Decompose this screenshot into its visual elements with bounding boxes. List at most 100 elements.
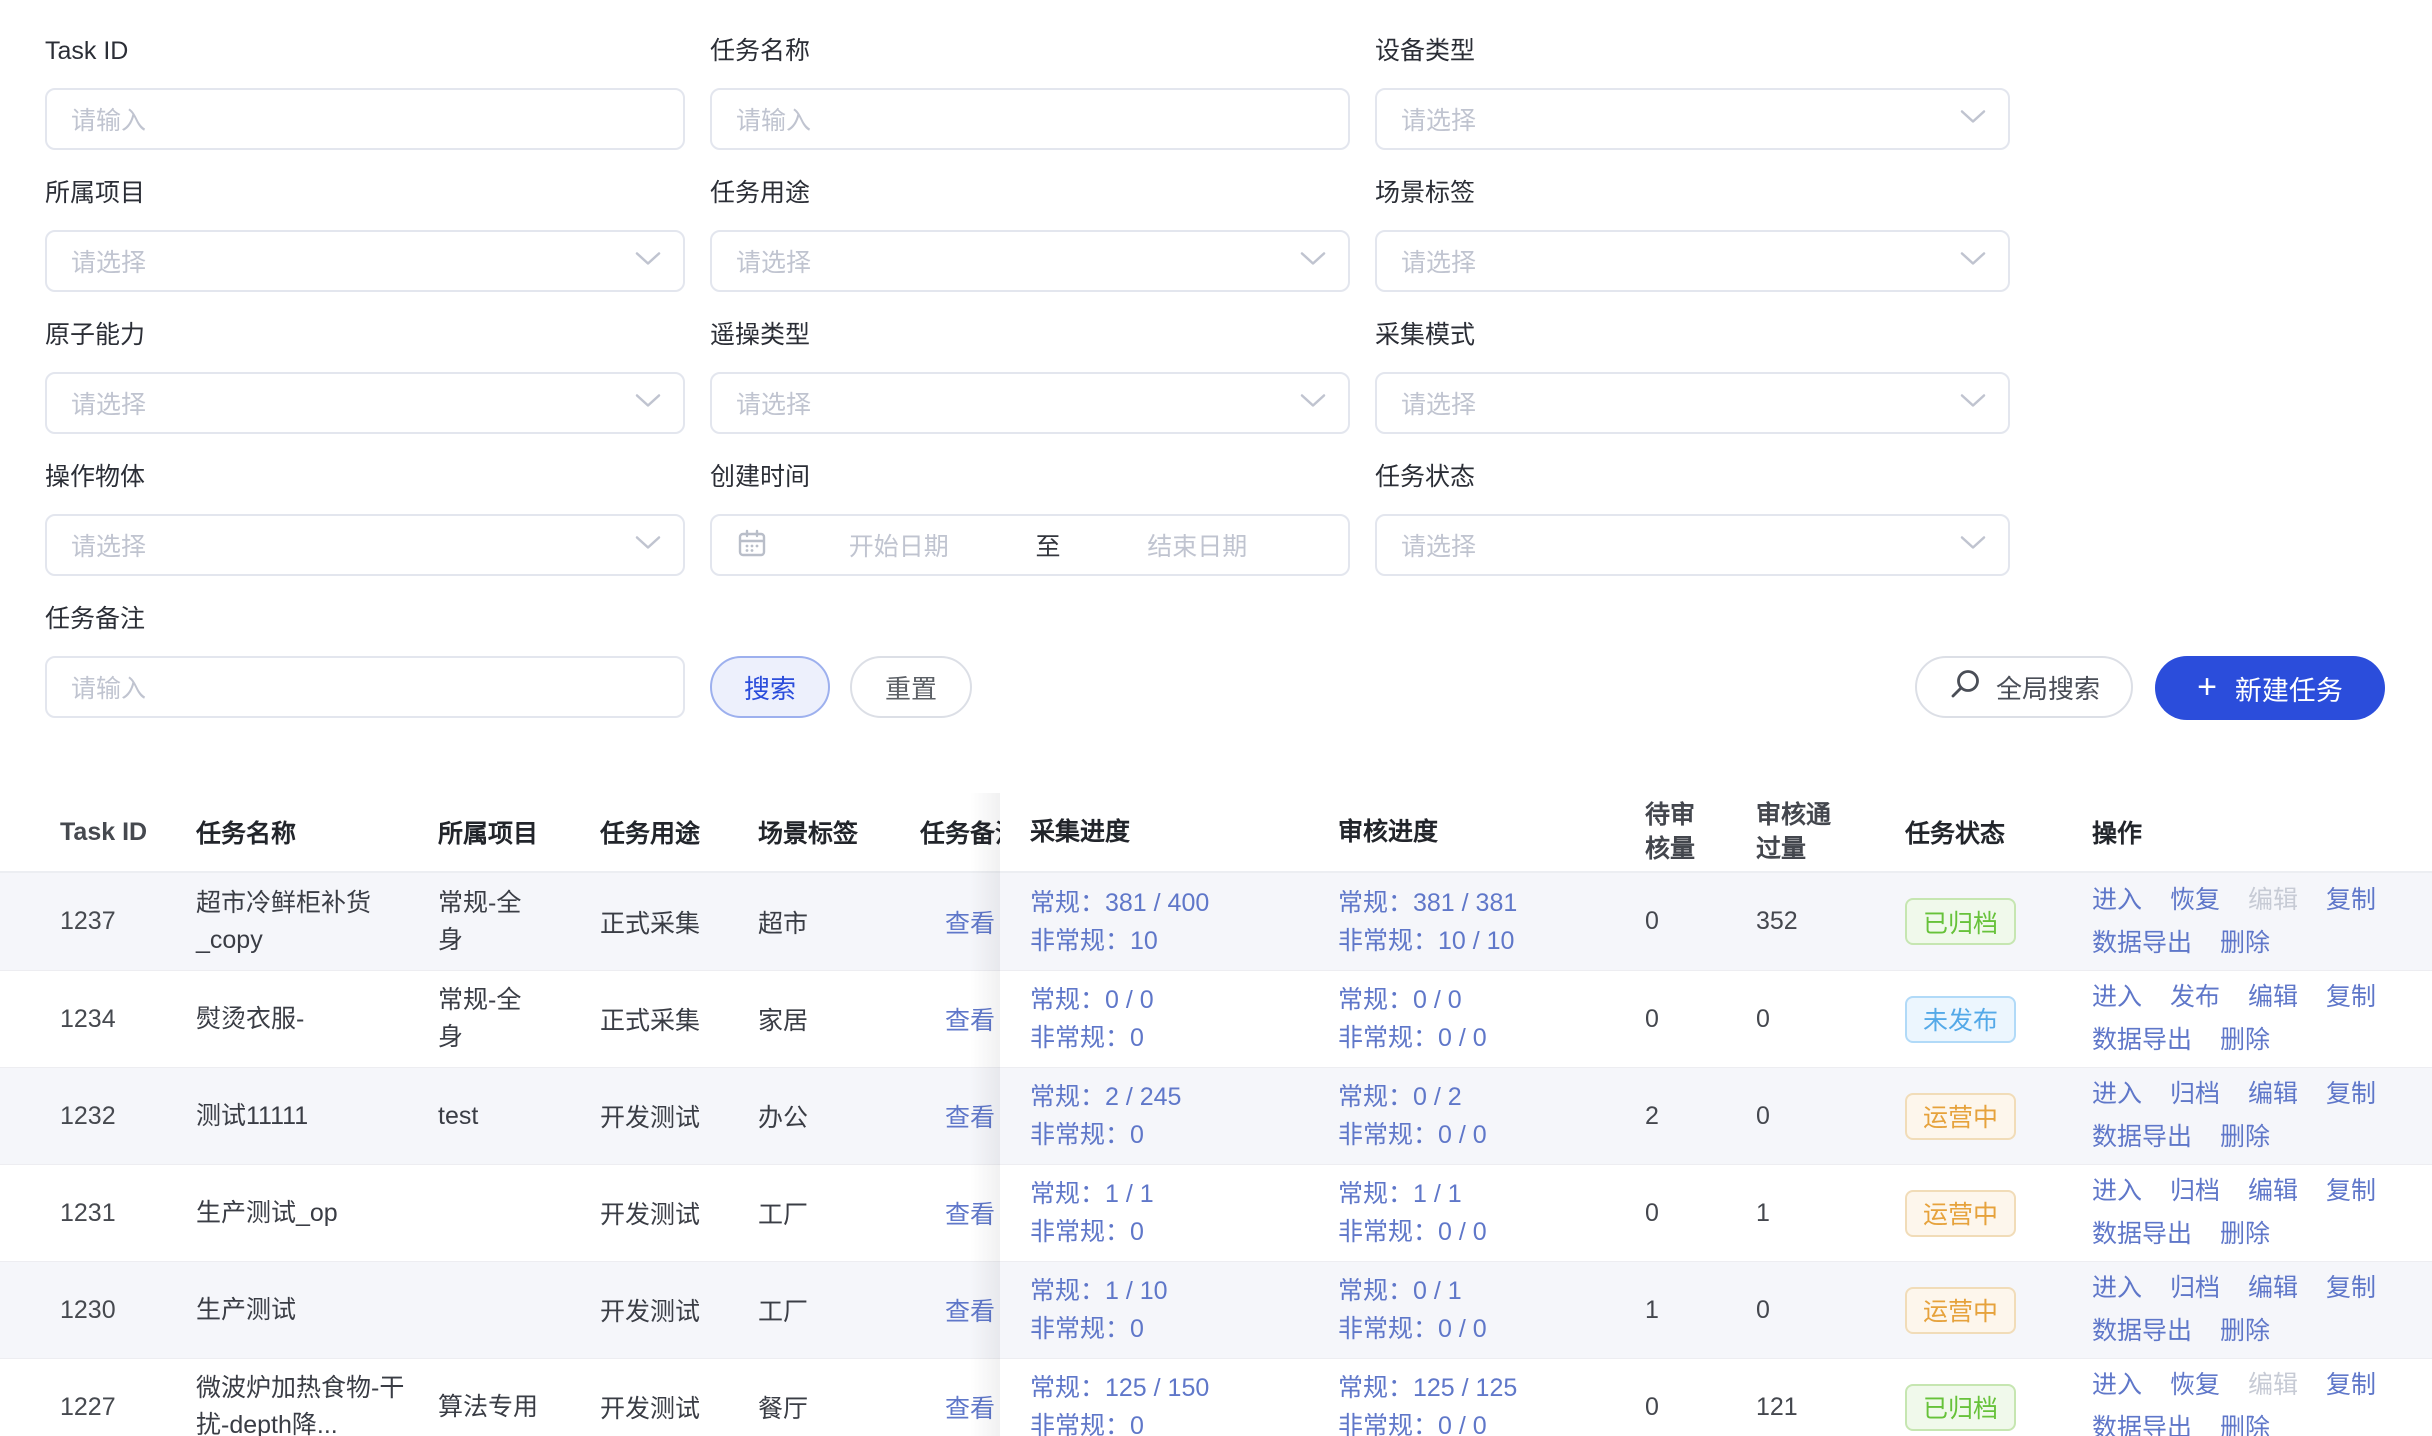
project-cell: test <box>438 1098 600 1135</box>
action-archive[interactable]: 归档 <box>2170 1079 2220 1110</box>
filter-label: 原子能力 <box>45 320 685 350</box>
approved-count-cell: 352 <box>1740 907 1890 936</box>
action-copy[interactable]: 复制 <box>2326 982 2376 1013</box>
search-button[interactable]: 搜索 <box>710 656 830 718</box>
filter-label: 任务备注 <box>45 604 685 634</box>
header-pending-count: 待审核量 <box>1628 798 1740 866</box>
placeholder-text: 请选择 <box>71 243 146 279</box>
pending-count-cell: 2 <box>1628 1102 1740 1131</box>
collect-progress-cell: 常规：381 / 400非常规：10 <box>1020 884 1328 960</box>
action-archive[interactable]: 归档 <box>2170 1176 2220 1207</box>
action-delete[interactable]: 删除 <box>2220 1413 2270 1436</box>
task-purpose-select[interactable]: 请选择 <box>710 230 1350 292</box>
action-delete[interactable]: 删除 <box>2220 1025 2270 1056</box>
action-restore[interactable]: 恢复 <box>2170 1370 2220 1401</box>
view-note-link[interactable]: 查看 <box>945 1007 995 1035</box>
atomic-capability-select[interactable]: 请选择 <box>45 372 685 434</box>
action-export[interactable]: 数据导出 <box>2092 1025 2192 1056</box>
action-delete[interactable]: 删除 <box>2220 1122 2270 1153</box>
action-enter[interactable]: 进入 <box>2092 1079 2142 1110</box>
action-copy[interactable]: 复制 <box>2326 1370 2376 1401</box>
action-copy[interactable]: 复制 <box>2326 885 2376 916</box>
action-copy[interactable]: 复制 <box>2326 1176 2376 1207</box>
action-export[interactable]: 数据导出 <box>2092 1122 2192 1153</box>
action-edit[interactable]: 编辑 <box>2248 1079 2298 1110</box>
action-edit[interactable]: 编辑 <box>2248 885 2298 916</box>
action-enter[interactable]: 进入 <box>2092 982 2142 1013</box>
header-task-id: Task ID <box>0 818 196 847</box>
action-export[interactable]: 数据导出 <box>2092 928 2192 959</box>
project-select[interactable]: 请选择 <box>45 230 685 292</box>
task-name-input[interactable]: 请输入 <box>710 88 1350 150</box>
search-icon <box>1948 667 1982 708</box>
action-edit[interactable]: 编辑 <box>2248 982 2298 1013</box>
action-export[interactable]: 数据导出 <box>2092 1413 2192 1436</box>
task-name-cell: 生产测试 <box>196 1292 438 1329</box>
action-edit[interactable]: 编辑 <box>2248 1176 2298 1207</box>
action-export[interactable]: 数据导出 <box>2092 1219 2192 1250</box>
task-id-cell: 1227 <box>0 1393 196 1422</box>
chevron-down-icon <box>635 393 661 414</box>
new-task-button[interactable]: + 新建任务 <box>2155 656 2385 720</box>
action-enter[interactable]: 进入 <box>2092 1273 2142 1304</box>
view-note-link[interactable]: 查看 <box>945 1395 995 1423</box>
task-status-select[interactable]: 请选择 <box>1375 514 2010 576</box>
placeholder-text: 请输入 <box>71 669 146 705</box>
action-edit[interactable]: 编辑 <box>2248 1273 2298 1304</box>
chevron-down-icon <box>1300 393 1326 414</box>
placeholder-text: 请选择 <box>71 527 146 563</box>
note-cell: 查看 <box>920 1098 1020 1134</box>
chevron-down-icon <box>635 251 661 272</box>
collect-mode-select[interactable]: 请选择 <box>1375 372 2010 434</box>
filter-panel: Task ID 请输入 任务名称 请输入 设备类型 请选择 所属项目 请选择 <box>0 0 2432 746</box>
action-enter[interactable]: 进入 <box>2092 1176 2142 1207</box>
action-edit[interactable]: 编辑 <box>2248 1370 2298 1401</box>
project-cell: 算法专用 <box>438 1389 600 1426</box>
global-search-button[interactable]: 全局搜索 <box>1915 656 2133 718</box>
task-id-input[interactable]: 请输入 <box>45 88 685 150</box>
filter-label: 任务用途 <box>710 178 1350 208</box>
action-restore[interactable]: 恢复 <box>2170 885 2220 916</box>
approved-count-cell: 121 <box>1740 1393 1890 1422</box>
collect-progress-cell: 常规：1 / 10非常规：0 <box>1020 1272 1328 1348</box>
view-note-link[interactable]: 查看 <box>945 1104 995 1132</box>
status-cell: 运营中 <box>1890 1093 2075 1140</box>
action-copy[interactable]: 复制 <box>2326 1273 2376 1304</box>
approved-count-cell: 0 <box>1740 1102 1890 1131</box>
filter-task-purpose: 任务用途 请选择 <box>710 178 1350 292</box>
scene-tag-select[interactable]: 请选择 <box>1375 230 2010 292</box>
action-archive[interactable]: 归档 <box>2170 1273 2220 1304</box>
task-note-input[interactable]: 请输入 <box>45 656 685 718</box>
action-enter[interactable]: 进入 <box>2092 1370 2142 1401</box>
filter-atomic-capability: 原子能力 请选择 <box>45 320 685 434</box>
action-delete[interactable]: 删除 <box>2220 928 2270 959</box>
action-publish[interactable]: 发布 <box>2170 982 2220 1013</box>
filter-label: 任务状态 <box>1375 462 2010 492</box>
view-note-link[interactable]: 查看 <box>945 1201 995 1229</box>
action-enter[interactable]: 进入 <box>2092 885 2142 916</box>
view-note-link[interactable]: 查看 <box>945 1298 995 1326</box>
header-review-progress: 审核进度 <box>1328 813 1628 851</box>
filter-label: 遥操类型 <box>710 320 1350 350</box>
view-note-link[interactable]: 查看 <box>945 910 995 938</box>
status-cell: 已归档 <box>1890 1384 2075 1431</box>
table-row: 1232 测试11111 test 开发测试 办公 查看 常规：2 / 245非… <box>0 1067 2432 1164</box>
action-delete[interactable]: 删除 <box>2220 1219 2270 1250</box>
table-row: 1231 生产测试_op 开发测试 工厂 查看 常规：1 / 1非常规：0 常规… <box>0 1164 2432 1261</box>
end-date-placeholder[interactable]: 结束日期 <box>1071 527 1325 563</box>
filter-label: 设备类型 <box>1375 36 2010 66</box>
action-export[interactable]: 数据导出 <box>2092 1316 2192 1347</box>
teleop-type-select[interactable]: 请选择 <box>710 372 1350 434</box>
action-copy[interactable]: 复制 <box>2326 1079 2376 1110</box>
filter-task-id: Task ID 请输入 <box>45 36 685 150</box>
create-time-range-picker[interactable]: 开始日期 至 结束日期 <box>710 514 1350 576</box>
review-progress-cell: 常规：125 / 125非常规：0 / 0 <box>1328 1369 1628 1436</box>
scene-cell: 工厂 <box>758 1195 920 1231</box>
reset-button[interactable]: 重置 <box>850 656 972 718</box>
header-scene-tag: 场景标签 <box>758 814 920 850</box>
action-delete[interactable]: 删除 <box>2220 1316 2270 1347</box>
purpose-cell: 开发测试 <box>600 1389 758 1425</box>
operate-object-select[interactable]: 请选择 <box>45 514 685 576</box>
device-type-select[interactable]: 请选择 <box>1375 88 2010 150</box>
start-date-placeholder[interactable]: 开始日期 <box>772 527 1026 563</box>
